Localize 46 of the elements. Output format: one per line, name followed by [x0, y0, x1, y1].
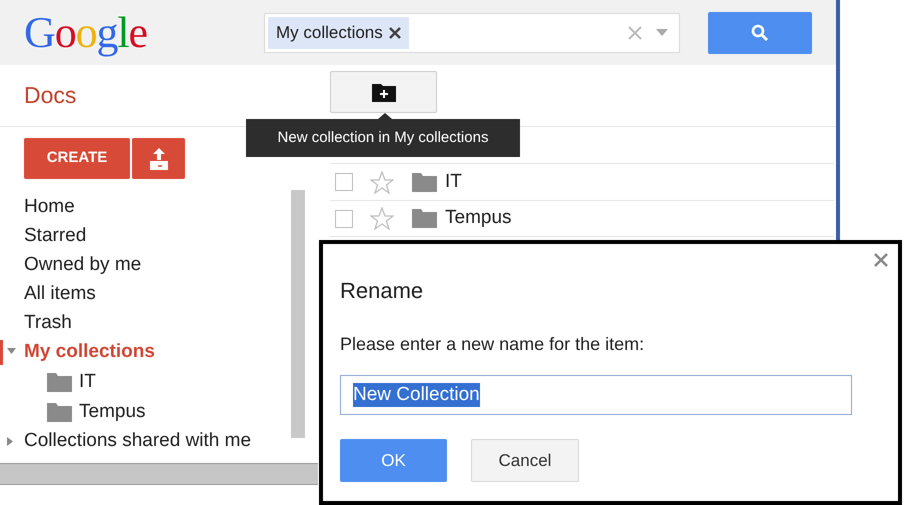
dialog-title: Rename — [340, 277, 424, 305]
folder-icon — [47, 402, 72, 422]
tooltip-arrow-icon — [378, 113, 392, 119]
close-icon[interactable] — [874, 253, 888, 267]
search-field[interactable]: My collections — [264, 12, 680, 52]
folder-icon — [47, 372, 72, 392]
checkbox[interactable] — [335, 173, 353, 191]
nav-item[interactable]: Tempus — [79, 398, 146, 426]
dialog-prompt: Please enter a new name for the item: — [340, 333, 646, 355]
collection-name[interactable]: IT — [445, 168, 462, 196]
nav-item[interactable]: Home — [24, 193, 75, 222]
google-logo: Google — [24, 10, 148, 54]
upload-button[interactable] — [132, 138, 185, 179]
folder-icon — [412, 172, 437, 192]
search-chip[interactable]: My collections — [268, 16, 409, 48]
checkbox[interactable] — [335, 210, 353, 228]
nav-item[interactable]: Collections shared with me — [24, 427, 252, 456]
dropdown-caret-icon[interactable] — [656, 29, 668, 36]
tooltip: New collection in My collections — [246, 119, 520, 157]
nav-item[interactable]: Owned by me — [24, 251, 142, 280]
search-icon — [751, 24, 769, 42]
nav-item[interactable]: Starred — [24, 222, 86, 251]
nav-item[interactable]: All items — [24, 280, 96, 309]
nav-item[interactable]: Trash — [24, 309, 72, 338]
chip-label: My collections — [276, 22, 383, 44]
upload-icon — [150, 148, 168, 170]
caret-right-icon[interactable] — [7, 437, 13, 446]
create-button[interactable]: CREATE — [24, 138, 130, 179]
horizontal-scrollbar[interactable] — [0, 463, 318, 485]
app-title: Docs — [24, 81, 78, 110]
search-button[interactable] — [708, 12, 812, 54]
remove-icon[interactable] — [388, 26, 401, 38]
folder-plus-icon — [372, 82, 396, 102]
name-input-field[interactable]: New Collection — [340, 375, 852, 415]
star-icon[interactable] — [370, 207, 394, 230]
clear-icon[interactable] — [628, 26, 642, 40]
selected-input-text: New Collection — [353, 383, 480, 407]
collection-name[interactable]: Tempus — [445, 204, 512, 233]
cancel-button[interactable]: Cancel — [471, 439, 579, 482]
new-collection-button[interactable] — [330, 70, 437, 112]
nav-item[interactable]: IT — [79, 368, 96, 396]
vertical-scrollbar[interactable] — [291, 190, 305, 438]
nav-item[interactable]: My collections — [24, 338, 155, 367]
folder-icon — [412, 209, 437, 228]
caret-down-icon[interactable] — [7, 348, 16, 354]
star-icon[interactable] — [370, 170, 394, 194]
